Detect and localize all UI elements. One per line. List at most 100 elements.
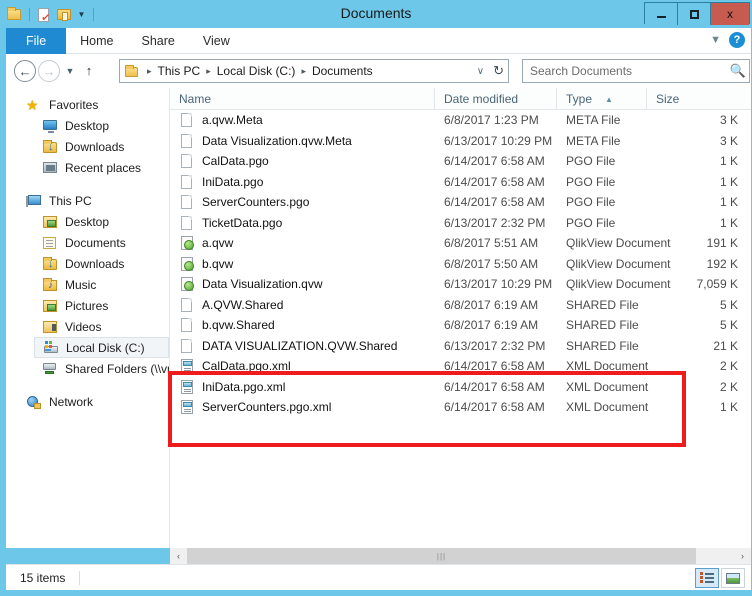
table-row[interactable]: IniData.pgo 6/14/2017 6:58 AM PGO File 1… (170, 172, 751, 193)
breadcrumb-history-icon[interactable]: ∨ (477, 66, 484, 77)
ribbon-bar: File Home Share View ▼ ? (6, 28, 751, 54)
scrollbar-track[interactable] (696, 548, 734, 564)
refresh-icon[interactable]: ↻ (493, 63, 504, 79)
file-name-cell[interactable]: Data Visualization.qvw.Meta (170, 133, 435, 149)
sidebar-item-local-disk[interactable]: Local Disk (C:) (34, 337, 169, 358)
sidebar-item-desktop[interactable]: Desktop (6, 211, 169, 232)
breadcrumb-item-documents[interactable]: Documents (310, 64, 375, 78)
file-size-cell: 21 K (713, 338, 738, 353)
sidebar-item-recent-places[interactable]: Recent places (6, 157, 169, 178)
scrollbar-thumb[interactable]: ||| (187, 548, 696, 564)
search-input[interactable] (523, 64, 727, 78)
column-header-size[interactable]: Size (647, 88, 747, 109)
sidebar-item-desktop-fav[interactable]: Desktop (6, 115, 169, 136)
table-row[interactable]: b.qvw 6/8/2017 5:50 AM QlikView Document… (170, 254, 751, 275)
forward-button[interactable]: → (38, 60, 60, 82)
sidebar-item-pictures[interactable]: Pictures (6, 295, 169, 316)
sidebar-item-documents[interactable]: Documents (6, 232, 169, 253)
table-row[interactable]: TicketData.pgo 6/13/2017 2:32 PM PGO Fil… (170, 213, 751, 234)
close-button[interactable]: x (711, 3, 749, 25)
file-type-cell: META File (566, 113, 621, 128)
scroll-right-button[interactable]: › (734, 548, 751, 564)
details-view-button[interactable] (695, 568, 719, 588)
sidebar-group-this-pc[interactable]: This PC (6, 190, 169, 211)
table-row[interactable]: Data Visualization.qvw.Meta 6/13/2017 10… (170, 131, 751, 152)
horizontal-scrollbar[interactable]: ‹ ||| › (170, 548, 751, 564)
file-name: a.qvw.Meta (202, 113, 263, 128)
file-name-cell[interactable]: b.qvw.Shared (170, 317, 435, 333)
tab-file[interactable]: File (6, 28, 67, 54)
tab-home[interactable]: Home (66, 28, 127, 54)
sidebar-item-music[interactable]: Music (6, 274, 169, 295)
tab-view[interactable]: View (189, 28, 244, 54)
maximize-icon (689, 9, 699, 19)
sidebar-item-videos[interactable]: Videos (6, 316, 169, 337)
table-row[interactable]: a.qvw 6/8/2017 5:51 AM QlikView Document… (170, 233, 751, 254)
blank-file-icon (179, 112, 195, 128)
file-size-cell: 1 K (719, 215, 738, 230)
table-row[interactable]: CalData.pgo.xml 6/14/2017 6:58 AM XML Do… (170, 356, 751, 377)
file-name-cell[interactable]: DATA VISUALIZATION.QVW.Shared (170, 338, 435, 354)
breadcrumb-item-local-disk[interactable]: Local Disk (C:) (215, 64, 298, 78)
file-name: DATA VISUALIZATION.QVW.Shared (202, 338, 398, 353)
scroll-left-button[interactable]: ‹ (170, 548, 187, 564)
qlikview-document-icon (179, 235, 195, 251)
breadcrumb[interactable]: ▸ This PC ▸ Local Disk (C:) ▸ Documents … (119, 59, 509, 83)
table-row[interactable]: a.qvw.Meta 6/8/2017 1:23 PM META File 3 … (170, 110, 751, 131)
sidebar-group-network[interactable]: Network (6, 391, 169, 412)
file-name-cell[interactable]: IniData.pgo (170, 174, 435, 190)
breadcrumb-item-this-pc[interactable]: This PC (156, 64, 203, 78)
table-row[interactable]: IniData.pgo.xml 6/14/2017 6:58 AM XML Do… (170, 377, 751, 398)
recent-locations-icon[interactable]: ▼ (62, 60, 78, 82)
sidebar-item-shared-folders[interactable]: Shared Folders (\\vn (6, 358, 169, 379)
file-name-cell[interactable]: CalData.pgo (170, 153, 435, 169)
thumbnail-view-button[interactable] (721, 568, 745, 588)
tab-share[interactable]: Share (128, 28, 189, 54)
file-name: a.qvw (202, 236, 234, 251)
table-row[interactable]: CalData.pgo 6/14/2017 6:58 AM PGO File 1… (170, 151, 751, 172)
search-icon[interactable]: 🔍 (727, 63, 749, 79)
file-name-cell[interactable]: A.QVW.Shared (170, 297, 435, 313)
file-name-cell[interactable]: ServerCounters.pgo.xml (170, 399, 435, 415)
local-disk-icon (43, 340, 60, 356)
sidebar-group-favorites[interactable]: ★ Favorites (6, 94, 169, 115)
help-icon[interactable]: ? (729, 32, 745, 48)
up-button[interactable]: ↑ (80, 60, 98, 82)
column-header-type-label: Type (566, 92, 593, 106)
sidebar-label: Pictures (65, 298, 109, 313)
file-name-cell[interactable]: TicketData.pgo (170, 215, 435, 231)
chevron-down-icon[interactable]: ▼ (710, 34, 721, 46)
blank-file-icon (179, 297, 195, 313)
file-date-cell: 6/8/2017 6:19 AM (444, 318, 539, 333)
sidebar-item-downloads[interactable]: Downloads (6, 253, 169, 274)
column-header-type[interactable]: Type ▲ (557, 88, 647, 109)
file-name-cell[interactable]: a.qvw.Meta (170, 112, 435, 128)
table-row[interactable]: ServerCounters.pgo.xml 6/14/2017 6:58 AM… (170, 397, 751, 418)
table-row[interactable]: ServerCounters.pgo 6/14/2017 6:58 AM PGO… (170, 192, 751, 213)
file-size-cell: 192 K (706, 256, 738, 271)
sidebar-label: Downloads (65, 139, 125, 154)
qlikview-document-icon (179, 256, 195, 272)
navigation-pane[interactable]: ★ Favorites Desktop Downloads Recent pla… (6, 88, 169, 548)
table-row[interactable]: b.qvw.Shared 6/8/2017 6:19 AM SHARED Fil… (170, 315, 751, 336)
minimize-button[interactable] (645, 3, 678, 25)
sidebar-item-downloads-fav[interactable]: Downloads (6, 136, 169, 157)
file-name-cell[interactable]: b.qvw (170, 256, 435, 272)
file-name-cell[interactable]: IniData.pgo.xml (170, 379, 435, 395)
file-name-cell[interactable]: CalData.pgo.xml (170, 358, 435, 374)
back-button[interactable]: ← (14, 60, 36, 82)
maximize-button[interactable] (678, 3, 711, 25)
column-header-date-modified[interactable]: Date modified (435, 88, 557, 109)
file-name-cell[interactable]: a.qvw (170, 235, 435, 251)
details-view-icon (700, 572, 714, 584)
column-headers: Name Date modified Type ▲ Size (170, 88, 751, 110)
file-list-pane[interactable]: Name Date modified Type ▲ Size a.qvw.Met… (169, 88, 751, 548)
breadcrumb-right-controls: ∨ ↻ (477, 60, 504, 82)
table-row[interactable]: Data Visualization.qvw 6/13/2017 10:29 P… (170, 274, 751, 295)
file-name-cell[interactable]: ServerCounters.pgo (170, 194, 435, 210)
table-row[interactable]: DATA VISUALIZATION.QVW.Shared 6/13/2017 … (170, 336, 751, 357)
table-row[interactable]: A.QVW.Shared 6/8/2017 6:19 AM SHARED Fil… (170, 295, 751, 316)
column-header-name[interactable]: Name (170, 88, 435, 109)
search-box[interactable]: 🔍 (522, 59, 750, 83)
file-name-cell[interactable]: Data Visualization.qvw (170, 276, 435, 292)
